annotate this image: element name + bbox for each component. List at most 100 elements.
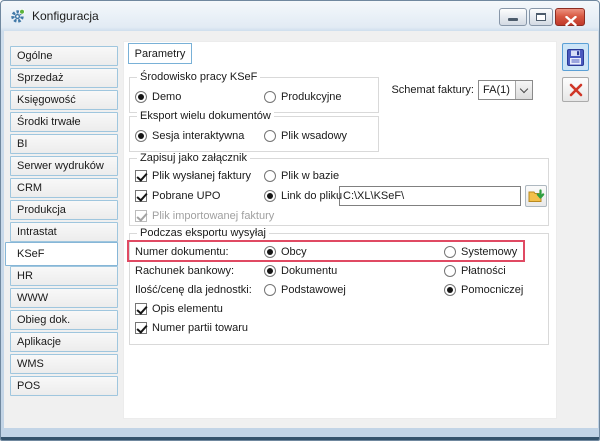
save-button[interactable] [562, 43, 589, 71]
checkbox-opis-elementu[interactable]: Opis elementu [135, 301, 223, 317]
radio-plik-w-bazie[interactable]: Plik w bazie [264, 168, 339, 184]
attachment-path-input[interactable] [339, 186, 521, 206]
group-title: Środowisko pracy KSeF [137, 71, 261, 83]
radio-sesja-interaktywna[interactable]: Sesja interaktywna [135, 128, 244, 144]
radio-platnosci[interactable]: Płatności [444, 263, 506, 279]
tab-parametry[interactable]: Parametry [128, 43, 192, 64]
radio-produkcyjne[interactable]: Produkcyjne [264, 89, 342, 105]
browse-file-button[interactable] [525, 185, 547, 207]
radio-systemowy[interactable]: Systemowy [444, 244, 517, 260]
option-label: Link do pliku [281, 190, 343, 202]
radio-icon [264, 246, 276, 258]
checkbox-icon [135, 322, 147, 334]
sidebar-item-wms[interactable]: WMS [10, 354, 118, 374]
category-sidebar: Ogólne Sprzedaż Księgowość Środki trwałe BI S… [5, 46, 118, 396]
option-label: Demo [152, 91, 182, 103]
radio-demo[interactable]: Demo [135, 89, 181, 105]
maximize-button[interactable] [529, 8, 553, 26]
group-title: Eksport wielu dokumentów [137, 110, 274, 122]
checkbox-plik-importowanej-faktury: Plik importowanej faktury [135, 208, 274, 224]
minimize-icon [508, 18, 518, 21]
radio-icon [264, 265, 276, 277]
radio-icon [264, 190, 276, 202]
radio-plik-wsadowy[interactable]: Plik wsadowy [264, 128, 347, 144]
row-label-rachunek-bankowy: Rachunek bankowy: [135, 265, 235, 277]
sidebar-item-obieg-dok[interactable]: Obieg dok. [10, 310, 118, 330]
maximize-icon [536, 13, 546, 21]
group-podczas-eksportu-wysylaj: Podczas eksportu wysyłaj Numer dokumentu… [129, 227, 549, 345]
floppy-disk-icon [566, 48, 585, 67]
red-x-icon [568, 82, 584, 98]
checkbox-plik-wyslanej-faktury[interactable]: Plik wysłanej faktury [135, 168, 251, 184]
group-srodowisko-pracy-ksef: Środowisko pracy KSeF Demo Produkcyjne [129, 71, 379, 113]
cancel-button[interactable] [562, 77, 589, 102]
radio-icon [264, 91, 276, 103]
sidebar-item-aplikacje[interactable]: Aplikacje [10, 332, 118, 352]
checkbox-icon [135, 303, 147, 315]
radio-icon [264, 170, 276, 182]
radio-icon [135, 130, 147, 142]
sidebar-item-hr[interactable]: HR [10, 266, 118, 286]
radio-link-do-pliku[interactable]: Link do pliku [264, 188, 342, 204]
invoice-schema-value: FA(1) [483, 84, 510, 96]
sidebar-item-www[interactable]: WWW [10, 288, 118, 308]
invoice-schema-select[interactable]: FA(1) [478, 80, 533, 100]
option-label: Plik wysłanej faktury [152, 170, 252, 182]
option-label: Opis elementu [152, 303, 223, 315]
option-label: Sesja interaktywna [152, 130, 245, 142]
group-title: Podczas eksportu wysyłaj [137, 227, 269, 239]
checkbox-icon [135, 210, 147, 222]
option-label: Pomocniczej [461, 284, 524, 296]
checkbox-pobrane-upo[interactable]: Pobrane UPO [135, 188, 220, 204]
option-label: Plik wsadowy [281, 130, 348, 142]
option-label: Obcy [281, 246, 307, 258]
radio-obcy[interactable]: Obcy [264, 244, 307, 260]
sidebar-item-serwer-wydrukow[interactable]: Serwer wydruków [10, 156, 118, 176]
option-label: Pobrane UPO [152, 190, 221, 202]
sidebar-item-srodki-trwale[interactable]: Środki trwałe [10, 112, 118, 132]
invoice-schema-dropdown-button[interactable] [515, 81, 532, 99]
sidebar-item-ksiegowosc[interactable]: Księgowość [10, 90, 118, 110]
group-zapisuj-jako-zalacznik: Zapisuj jako załącznik Plik wysłanej fak… [129, 152, 549, 226]
minimize-button[interactable] [499, 8, 527, 26]
radio-pomocniczej[interactable]: Pomocniczej [444, 282, 523, 298]
invoice-schema-label: Schemat faktury: [391, 84, 474, 96]
radio-dokumentu[interactable]: Dokumentu [264, 263, 337, 279]
sidebar-item-ksef[interactable]: KSeF [5, 242, 118, 266]
option-label: Produkcyjne [281, 91, 342, 103]
close-icon [565, 13, 577, 31]
radio-icon [264, 284, 276, 296]
sidebar-item-ogolne[interactable]: Ogólne [10, 46, 118, 66]
option-label: Plik w bazie [281, 170, 340, 182]
configuration-window: Konfiguracja Ogólne Sprzedaż Księgowość Śro… [0, 0, 600, 441]
option-label: Płatności [461, 265, 506, 277]
chevron-down-icon [519, 84, 529, 94]
option-label: Dokumentu [281, 265, 338, 277]
option-label: Podstawowej [281, 284, 346, 296]
option-label: Plik importowanej faktury [152, 210, 275, 222]
sidebar-item-produkcja[interactable]: Produkcja [10, 200, 118, 220]
group-eksport-wielu-dokumentow: Eksport wielu dokumentów Sesja interakty… [129, 110, 379, 152]
checkbox-icon [135, 190, 147, 202]
gear-icon [10, 8, 26, 24]
radio-icon [444, 265, 456, 277]
radio-icon [135, 91, 147, 103]
sidebar-item-pos[interactable]: POS [10, 376, 118, 396]
window-title: Konfiguracja [32, 9, 99, 23]
option-label: Systemowy [461, 246, 518, 258]
radio-icon [444, 284, 456, 296]
sidebar-item-intrastat[interactable]: Intrastat [10, 222, 118, 242]
radio-icon [264, 130, 276, 142]
row-label-numer-dokumentu: Numer dokumentu: [135, 246, 229, 258]
checkbox-icon [135, 170, 147, 182]
close-button[interactable] [555, 8, 585, 27]
sidebar-item-sprzedaz[interactable]: Sprzedaż [10, 68, 118, 88]
option-label: Numer partii towaru [152, 322, 248, 334]
radio-icon [444, 246, 456, 258]
radio-podstawowej[interactable]: Podstawowej [264, 282, 346, 298]
folder-green-arrow-icon [528, 188, 545, 204]
sidebar-item-bi[interactable]: BI [10, 134, 118, 154]
group-title: Zapisuj jako załącznik [137, 152, 250, 164]
checkbox-numer-partii-towaru[interactable]: Numer partii towaru [135, 320, 248, 336]
sidebar-item-crm[interactable]: CRM [10, 178, 118, 198]
